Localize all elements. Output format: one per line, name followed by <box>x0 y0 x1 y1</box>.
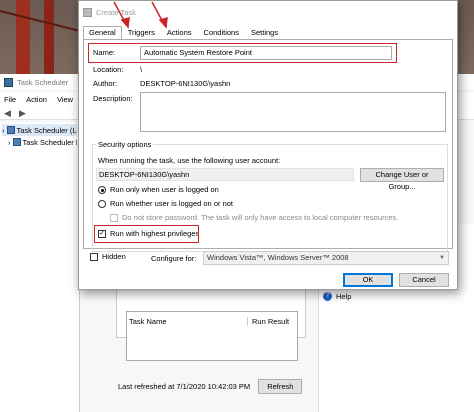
refresh-button[interactable]: Refresh <box>258 378 303 394</box>
forward-arrow-icon[interactable]: ▶ <box>19 108 29 118</box>
cancel-button[interactable]: Cancel <box>399 273 449 287</box>
task-scheduler-icon <box>6 126 15 134</box>
action-help-label: Help <box>336 291 352 301</box>
description-input[interactable] <box>140 92 446 132</box>
task-icon <box>83 7 92 17</box>
chevron-right-icon[interactable]: › <box>8 138 11 147</box>
general-tab-panel: Name: Automatic System Restore Point Loc… <box>83 39 453 252</box>
hidden-checkbox[interactable] <box>90 253 98 261</box>
column-run-result[interactable]: Run Result <box>247 317 289 326</box>
configure-for-value: Windows Vista™, Windows Server™ 2008 <box>207 253 349 262</box>
task-table: Task Name Run Result <box>126 311 298 361</box>
user-account-field: DESKTOP-6NI130G\yashn <box>96 168 354 181</box>
tab-conditions[interactable]: Conditions <box>198 26 245 39</box>
do-not-store-password-label: Do not store password. The task will onl… <box>122 213 399 222</box>
chevron-right-icon[interactable]: › <box>2 126 5 135</box>
navigation-tree: › Task Scheduler (Local) › Task Schedule… <box>0 122 80 412</box>
tree-item-label: Task Scheduler (Local) <box>16 125 78 135</box>
tree-item-task-scheduler-library[interactable]: › Task Scheduler Library <box>2 136 77 148</box>
annotation-arrows <box>113 1 168 29</box>
author-value: DESKTOP-6NI130G\yashn <box>140 79 231 88</box>
tab-settings[interactable]: Settings <box>245 26 284 39</box>
column-task-name[interactable]: Task Name <box>129 317 167 326</box>
hidden-label[interactable]: Hidden <box>102 252 126 261</box>
tree-item-task-scheduler-local[interactable]: › Task Scheduler (Local) <box>2 124 77 136</box>
radio-logged-on-label[interactable]: Run only when user is logged on <box>110 185 219 194</box>
highest-privileges-highlight <box>94 225 199 243</box>
radio-logged-on-or-not-label[interactable]: Run whether user is logged on or not <box>110 199 233 208</box>
security-options-title: Security options <box>96 140 154 149</box>
menu-action[interactable]: Action <box>26 95 47 104</box>
task-scheduler-icon <box>4 77 13 87</box>
bridge-tower <box>16 0 30 80</box>
bridge-cable <box>0 10 78 32</box>
name-highlight <box>88 43 397 63</box>
run-as-prompt: When running the task, use the following… <box>98 156 281 165</box>
radio-logged-on-or-not[interactable] <box>98 200 106 208</box>
ok-button[interactable]: OK <box>343 273 393 287</box>
last-refreshed-text: Last refreshed at 7/1/2020 10:42:03 PM <box>118 381 251 391</box>
task-scheduler-title: Task Scheduler <box>17 77 69 87</box>
menu-file[interactable]: File <box>4 95 16 104</box>
radio-logged-on[interactable] <box>98 186 106 194</box>
center-pane-footer: Last refreshed at 7/1/2020 10:42:03 PM R… <box>116 376 306 396</box>
change-user-button[interactable]: Change User or Group... <box>360 168 444 191</box>
folder-icon <box>12 138 21 146</box>
configure-for-label: Configure for: <box>151 254 197 263</box>
description-label: Description: <box>93 94 133 103</box>
menu-view[interactable]: View <box>57 95 73 104</box>
chevron-down-icon: ▼ <box>439 255 445 261</box>
location-label: Location: <box>93 65 124 74</box>
action-help[interactable]: ? Help <box>323 290 470 302</box>
bridge-tower <box>44 0 54 80</box>
help-icon: ? <box>323 291 332 301</box>
do-not-store-password-checkbox[interactable] <box>110 214 118 222</box>
location-value: \ <box>140 65 143 74</box>
back-arrow-icon[interactable]: ◀ <box>4 108 14 118</box>
tree-item-label: Task Scheduler Library <box>22 137 78 147</box>
create-task-dialog: Create Task General Triggers Actions Con… <box>78 0 458 290</box>
configure-for-select[interactable]: Windows Vista™, Windows Server™ 2008 ▼ <box>203 251 449 265</box>
author-label: Author: <box>93 79 118 88</box>
